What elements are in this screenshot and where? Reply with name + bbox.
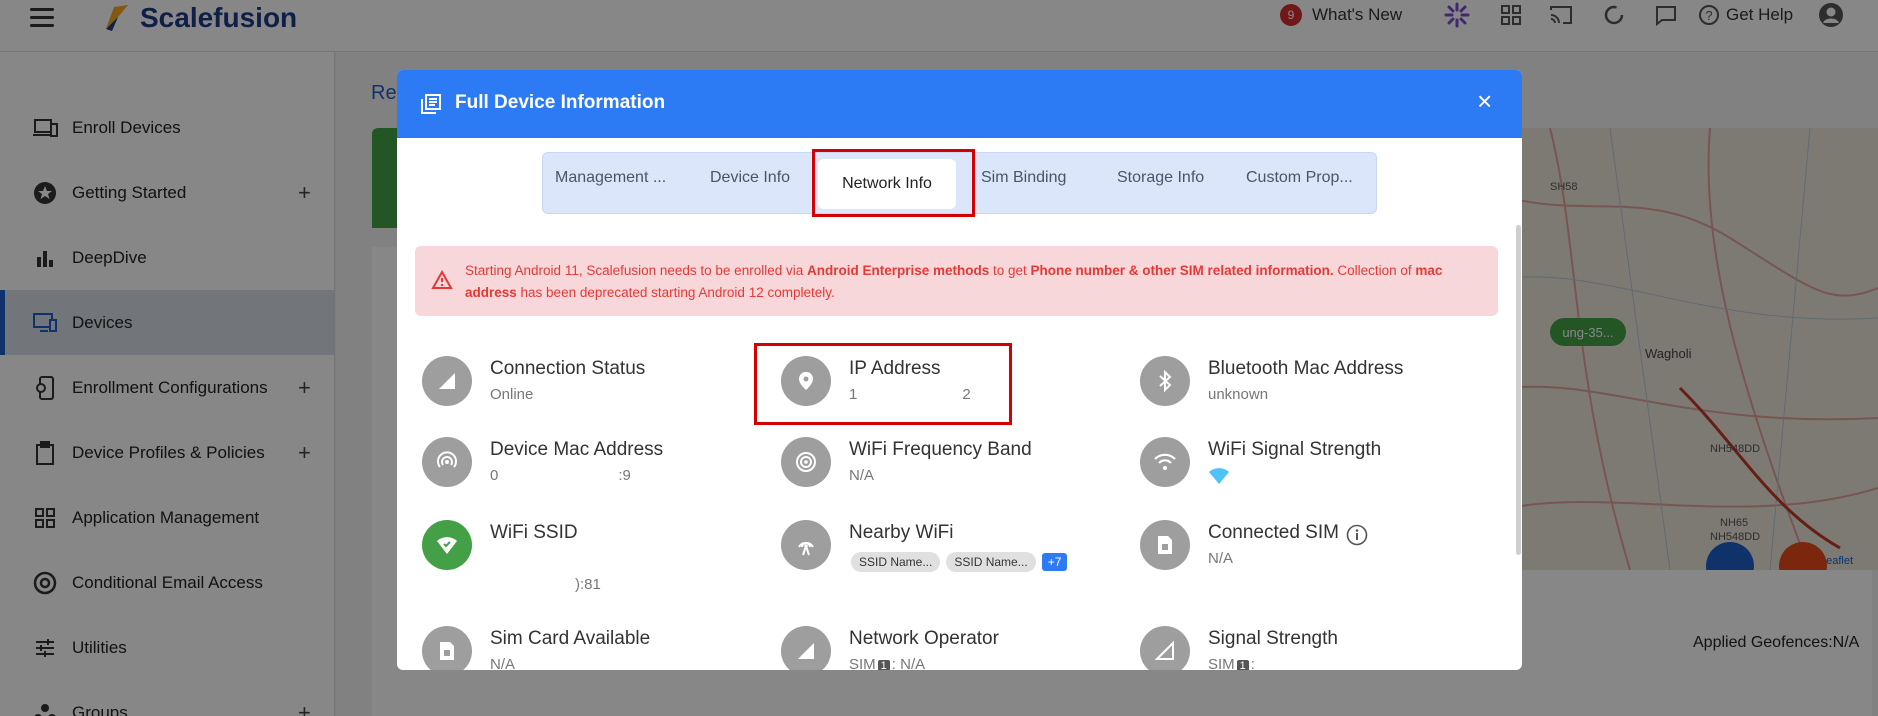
tab-management[interactable]: Management ... xyxy=(555,169,666,187)
tab-custom-properties[interactable]: Custom Prop... xyxy=(1246,169,1353,187)
wifi-strength-icon xyxy=(1208,467,1230,489)
field-title: Connected SIM xyxy=(1208,522,1339,543)
field-nearby-wifi: Nearby WiFi SSID Name... SSID Name... +7 xyxy=(781,520,1111,582)
field-network-operator: Network Operator SIM 1: N/A xyxy=(781,626,1111,670)
field-value: 0 :9 xyxy=(490,467,631,484)
field-wifi-ssid: WiFi SSID ):81 xyxy=(422,520,752,593)
info-icon[interactable] xyxy=(1346,524,1368,551)
tab-storage-info[interactable]: Storage Info xyxy=(1117,169,1204,187)
modal-title: Full Device Information xyxy=(455,92,666,113)
field-sim-card-available: Sim Card Available N/A xyxy=(422,626,752,670)
wifi-check-icon xyxy=(422,520,472,570)
wifi-icon xyxy=(1140,437,1190,487)
field-connected-sim: Connected SIM N/A xyxy=(1140,520,1470,582)
close-icon[interactable]: × xyxy=(1477,86,1492,117)
tab-sim-binding[interactable]: Sim Binding xyxy=(981,169,1066,187)
modal-header: Full Device Information × xyxy=(397,70,1522,138)
sim-card-icon xyxy=(422,626,472,670)
field-title: Connection Status xyxy=(490,358,646,379)
field-title: Nearby WiFi xyxy=(849,522,954,543)
field-title: WiFi SSID xyxy=(490,522,578,543)
field-signal-strength: Signal Strength SIM 1: xyxy=(1140,626,1470,670)
field-connection-status: Connection Status Online xyxy=(422,356,752,418)
field-title: Sim Card Available xyxy=(490,628,651,649)
warning-icon xyxy=(431,269,453,295)
frequency-icon xyxy=(781,437,831,487)
antenna-icon xyxy=(781,520,831,570)
field-value: Online xyxy=(490,386,534,403)
field-wifi-frequency-band: WiFi Frequency Band N/A xyxy=(781,437,1111,499)
modal-scrollbar[interactable] xyxy=(1516,225,1521,555)
field-value: SIM 1: xyxy=(1208,656,1255,670)
highlight-box xyxy=(754,343,1012,425)
sim-card-icon xyxy=(1140,520,1190,570)
field-device-mac: Device Mac Address 0 :9 xyxy=(422,437,752,499)
more-ssids-button[interactable]: +7 xyxy=(1041,553,1068,571)
tab-device-info[interactable]: Device Info xyxy=(710,169,790,187)
highlight-box xyxy=(812,149,975,217)
field-value: N/A xyxy=(490,656,516,670)
alert-message: Starting Android 11, Scalefusion needs t… xyxy=(465,263,1443,300)
broadcast-icon xyxy=(422,437,472,487)
field-title: Device Mac Address xyxy=(490,439,664,460)
field-bluetooth-mac: Bluetooth Mac Address unknown xyxy=(1140,356,1470,418)
field-title: WiFi Frequency Band xyxy=(849,439,1032,460)
field-title: Signal Strength xyxy=(1208,628,1338,649)
field-title: Network Operator xyxy=(849,628,999,649)
field-title: WiFi Signal Strength xyxy=(1208,439,1382,460)
field-value: ):81 xyxy=(575,576,601,593)
field-value: N/A xyxy=(849,467,875,484)
field-value: unknown xyxy=(1208,386,1269,403)
nearby-wifi-list: SSID Name... SSID Name... +7 xyxy=(851,552,1068,572)
document-icon xyxy=(421,94,441,114)
ssid-chip[interactable]: SSID Name... xyxy=(851,552,941,572)
signal-icon xyxy=(781,626,831,670)
signal-strength-icon xyxy=(1140,626,1190,670)
field-title: Bluetooth Mac Address xyxy=(1208,358,1404,379)
field-wifi-signal-strength: WiFi Signal Strength xyxy=(1140,437,1470,499)
signal-icon xyxy=(422,356,472,406)
bluetooth-icon xyxy=(1140,356,1190,406)
field-value: N/A xyxy=(1208,550,1234,567)
full-device-info-modal: Full Device Information × Management ...… xyxy=(397,70,1522,670)
field-value: SIM 1: N/A xyxy=(849,656,926,670)
ssid-chip[interactable]: SSID Name... xyxy=(946,552,1036,572)
android-warning-alert: Starting Android 11, Scalefusion needs t… xyxy=(415,246,1498,316)
